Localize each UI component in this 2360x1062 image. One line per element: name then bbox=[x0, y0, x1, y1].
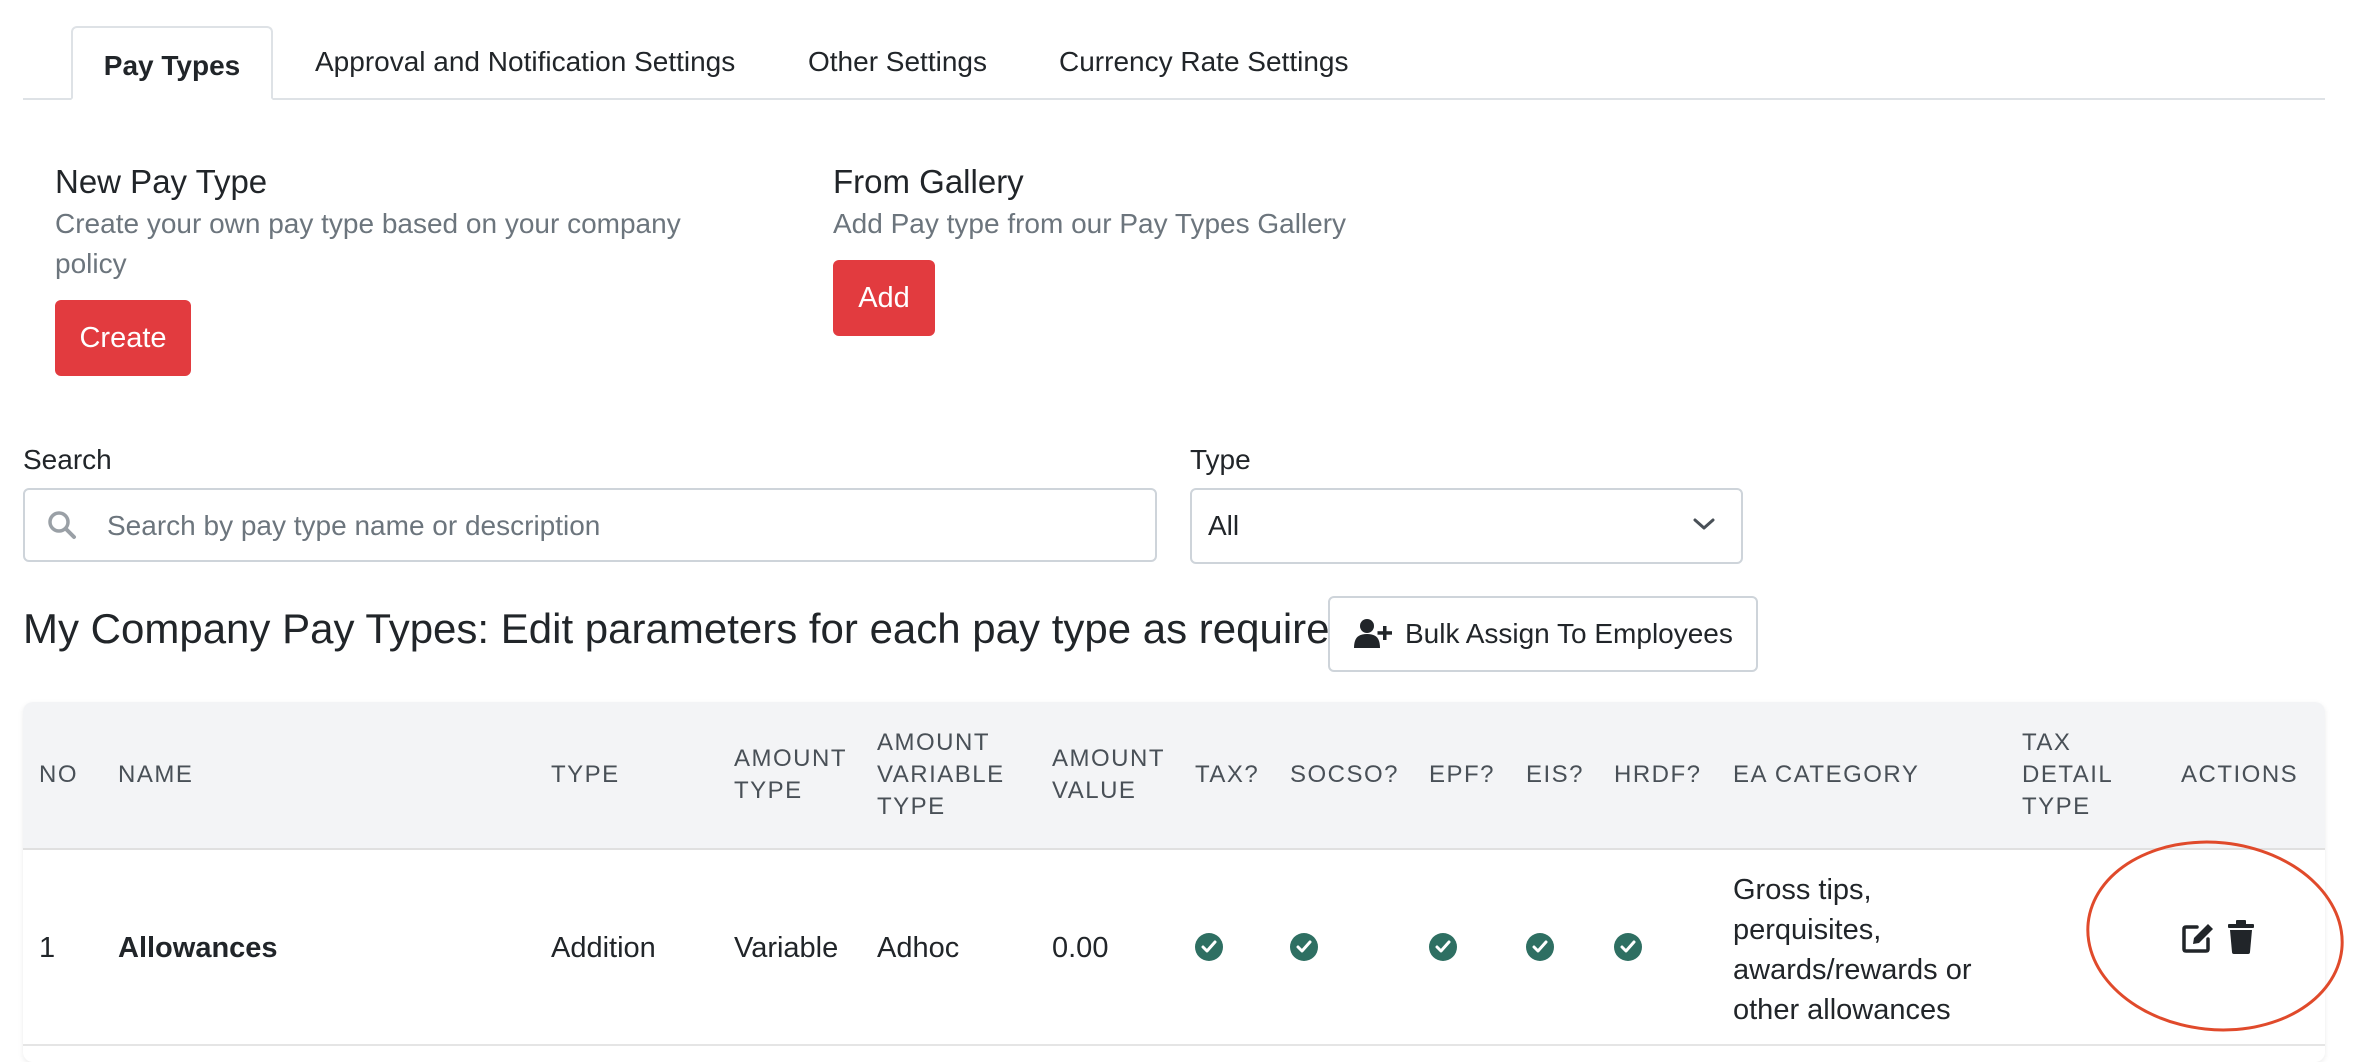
search-field[interactable] bbox=[23, 488, 1157, 562]
th-epf: EPF? bbox=[1429, 761, 1496, 788]
cell-name: Allowances bbox=[118, 932, 278, 964]
section-title: My Company Pay Types: Edit parameters fo… bbox=[23, 605, 1365, 652]
new-pay-type-title: New Pay Type bbox=[55, 163, 268, 200]
cell-ea-category: Gross tips, perquisites, awards/rewards … bbox=[1733, 874, 1972, 1026]
hrdf-check-icon bbox=[1614, 933, 1642, 961]
create-button[interactable]: Create bbox=[55, 300, 191, 376]
tab-bar-divider bbox=[23, 98, 2325, 100]
epf-check-icon bbox=[1429, 933, 1457, 961]
search-icon bbox=[47, 510, 77, 545]
th-amount-value: AMOUNT VALUE bbox=[1052, 745, 1165, 804]
th-actions: ACTIONS bbox=[2181, 761, 2299, 788]
user-plus-icon bbox=[1354, 618, 1392, 655]
cell-amount-variable-type: Adhoc bbox=[877, 932, 960, 964]
add-button[interactable]: Add bbox=[833, 260, 935, 336]
type-select[interactable]: All bbox=[1190, 488, 1743, 564]
th-type: TYPE bbox=[551, 761, 620, 788]
tab-approval-notification-settings[interactable]: Approval and Notification Settings bbox=[315, 26, 735, 98]
th-tax-detail-type: TAX DETAIL TYPE bbox=[2022, 729, 2114, 820]
th-ea-category: EA CATEGORY bbox=[1733, 761, 1920, 788]
th-no: NO bbox=[39, 761, 78, 788]
th-socso: SOCSO? bbox=[1290, 761, 1400, 788]
table-row: 1 Allowances Addition Variable Adhoc 0.0… bbox=[23, 850, 2325, 1046]
from-gallery-title: From Gallery bbox=[833, 163, 1024, 200]
table-header: NO NAME TYPE AMOUNT TYPE AMOUNT VARIABLE TY… bbox=[23, 702, 2325, 850]
th-name: NAME bbox=[118, 761, 194, 788]
th-hrdf: HRDF? bbox=[1614, 761, 1702, 788]
from-gallery-description: Add Pay type from our Pay Types Gallery bbox=[833, 208, 1347, 239]
chevron-down-icon bbox=[1692, 516, 1716, 537]
cell-type: Addition bbox=[551, 932, 656, 964]
th-amount-type: AMOUNT TYPE bbox=[734, 745, 847, 804]
tab-other-settings[interactable]: Other Settings bbox=[808, 26, 987, 98]
th-tax: TAX? bbox=[1195, 761, 1260, 788]
th-amount-variable-type: AMOUNT VARIABLE TYPE bbox=[877, 729, 1005, 820]
socso-check-icon bbox=[1290, 933, 1318, 961]
cell-no: 1 bbox=[39, 932, 56, 964]
new-pay-type-description-line2: policy bbox=[55, 248, 127, 279]
cell-amount-value: 0.00 bbox=[1052, 932, 1109, 964]
search-input[interactable] bbox=[105, 490, 1129, 562]
bulk-assign-button[interactable]: Bulk Assign To Employees bbox=[1328, 596, 1758, 672]
bulk-assign-label: Bulk Assign To Employees bbox=[1405, 618, 1733, 649]
tax-check-icon bbox=[1195, 933, 1223, 961]
type-select-value: All bbox=[1208, 510, 1240, 541]
search-label: Search bbox=[23, 444, 112, 475]
eis-check-icon bbox=[1526, 933, 1554, 961]
cell-amount-type: Variable bbox=[734, 932, 839, 964]
type-label: Type bbox=[1190, 444, 1251, 475]
tab-currency-rate-settings[interactable]: Currency Rate Settings bbox=[1059, 26, 1348, 98]
pay-types-table: NO NAME TYPE AMOUNT TYPE AMOUNT VARIABLE TY… bbox=[23, 702, 2325, 1062]
th-eis: EIS? bbox=[1526, 761, 1585, 788]
new-pay-type-description: Create your own pay type based on your c… bbox=[55, 208, 681, 239]
tab-pay-types[interactable]: Pay Types bbox=[71, 26, 273, 100]
